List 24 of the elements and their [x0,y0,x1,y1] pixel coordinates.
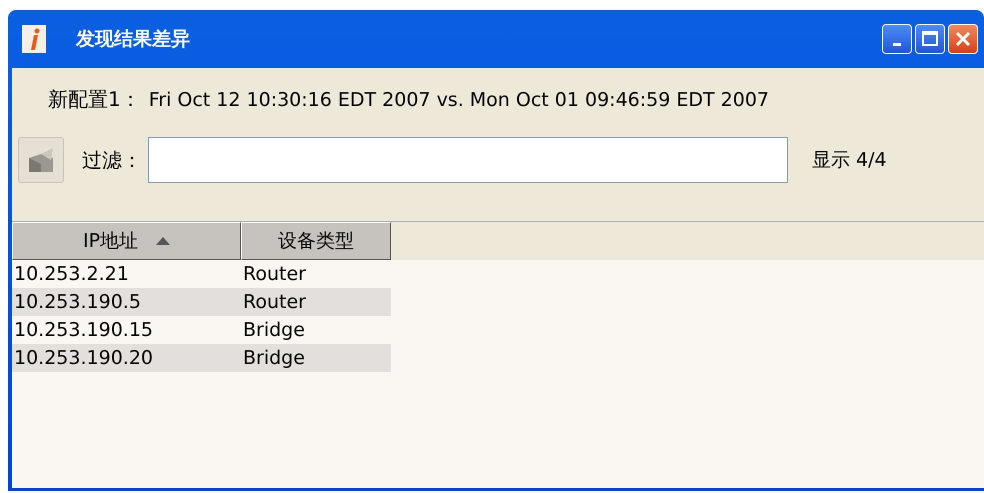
table-cell: Bridge [241,344,391,372]
minimize-icon [893,42,901,46]
table-cell: Router [241,288,391,316]
toolbar-button[interactable] [18,137,64,183]
minimize-button[interactable] [882,24,912,54]
result-count: 显示 4/4 [812,148,887,173]
close-button[interactable] [948,24,978,54]
comparison-text: Fri Oct 12 10:30:16 EDT 2007 vs. Mon Oct 01 09:46:59 EDT 2007 [148,89,769,111]
window-title: 发现结果差异 [76,27,191,52]
filter-label: 过滤： [82,146,142,174]
maximize-icon [921,30,939,48]
table-cell-text: Router [242,262,307,287]
config-label: 新配置1： [48,86,141,113]
column-header[interactable]: 设备类型 [241,222,391,260]
close-icon [954,30,972,48]
table-cell: 10.253.190.20 [12,344,241,372]
column-header[interactable]: IP地址 [12,222,241,260]
table-cell-text: 10.253.190.15 [13,318,154,343]
app-icon [22,25,46,53]
table-cell-text: Bridge [242,318,306,343]
table-cell-text: 10.253.2.21 [13,262,130,287]
maximize-button[interactable] [915,24,945,54]
table-cell: 10.253.190.5 [12,288,241,316]
filter-field[interactable] [148,137,788,183]
